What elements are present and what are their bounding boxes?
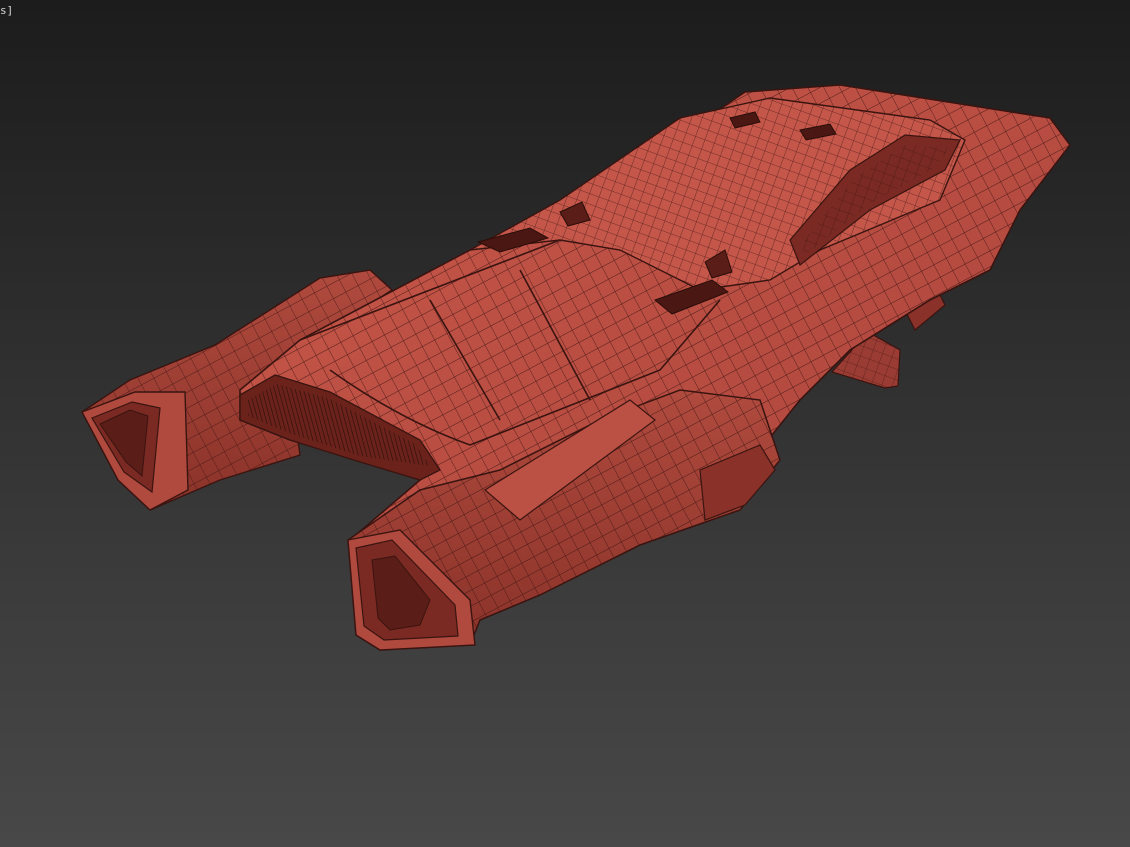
3d-viewport[interactable]: s] [0,0,1130,847]
hover-vehicle-model[interactable] [0,0,1130,847]
